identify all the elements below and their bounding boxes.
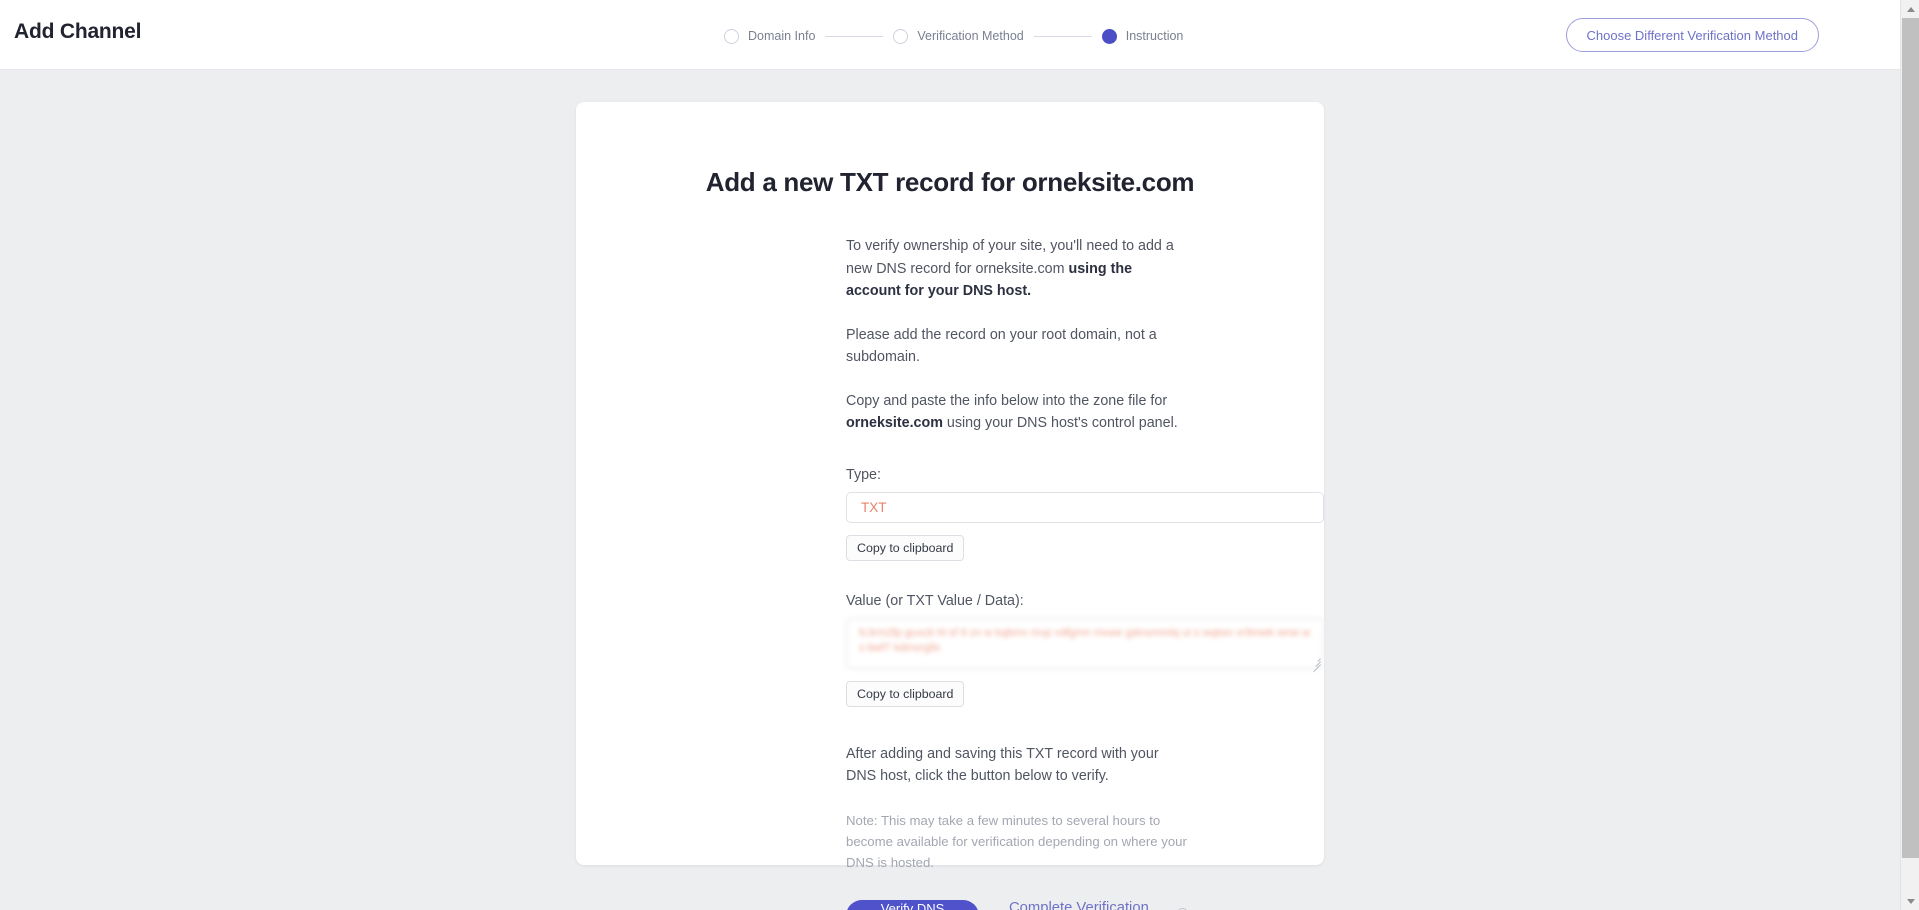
triangle-down-icon [1906,898,1915,904]
card-body: To verify ownership of your site, you'll… [711,235,1324,910]
stepper-connector [825,35,884,37]
card-title: Add a new TXT record for orneksite.com [705,167,1195,197]
page-root: Add Channel Domain Info Verification Met… [0,0,1919,910]
stepper-step-instruction[interactable]: Instruction [1101,28,1184,44]
step-dot-icon [1101,28,1117,44]
intro-paragraph: To verify ownership of your site, you'll… [846,235,1189,303]
copy-paste-domain: orneksite.com [846,415,943,431]
complete-verification-later-link[interactable]: Complete Verification Later [1009,900,1164,910]
card-actions: Verify DNS Record Complete Verification … [846,899,1189,910]
value-textarea[interactable]: fc3rm2fp guxcb hl sf 9 zn w kqbmv mvp vd… [846,617,1324,669]
instruction-card: Add a new TXT record for orneksite.com T… [576,102,1324,910]
type-field-label: Type: [846,466,881,483]
stepper-step-verification-method[interactable]: Verification Method [893,28,1024,44]
scroll-down-button[interactable] [1901,892,1919,910]
value-field-label: Value (or TXT Value / Data): [846,592,1024,609]
stepper-step-label: Domain Info [748,29,816,43]
scrollbar-thumb[interactable] [1902,18,1919,858]
after-adding-instruction: After adding and saving this TXT record … [846,745,1159,785]
step-dot-icon [893,28,909,44]
stepper-connector [1033,35,1092,37]
content-area: Add a new TXT record for orneksite.com T… [0,70,1900,910]
verification-stepper: Domain Info Verification Method Instruct… [724,26,1183,46]
copy-paste-text-lead: Copy and paste the info below into the z… [846,392,1168,409]
root-domain-paragraph: Please add the record on your root domai… [846,326,1157,366]
type-input[interactable] [846,491,1324,523]
copy-value-to-clipboard-button[interactable]: Copy to clipboard [846,680,965,707]
step-dot-icon [724,28,739,44]
copy-paste-text-tail: using your DNS host's control panel. [942,415,1178,431]
vertical-scrollbar[interactable] [1900,0,1919,910]
app-header: Add Channel Domain Info Verification Met… [0,0,1900,70]
stepper-step-domain-info[interactable]: Domain Info [724,28,816,44]
value-field-wrapper: fc3rm2fp guxcb hl sf 9 zn w kqbmv mvp vd… [846,617,1324,672]
copy-type-to-clipboard-button[interactable]: Copy to clipboard [846,534,965,561]
scroll-up-button[interactable] [1901,0,1919,18]
page-title: Add Channel [14,20,142,43]
verify-dns-record-button[interactable]: Verify DNS Record [846,899,979,910]
triangle-up-icon [1906,6,1915,12]
copy-paste-paragraph: Copy and paste the info below into the z… [846,390,1189,435]
propagation-note: Note: This may take a few minutes to sev… [846,812,1187,870]
choose-different-verification-method-button[interactable]: Choose Different Verification Method [1565,18,1819,52]
stepper-step-label: Instruction [1125,29,1184,43]
stepper-step-label: Verification Method [917,29,1024,43]
